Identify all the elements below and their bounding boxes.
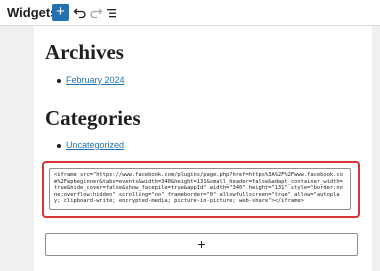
editor-header: Widgets + xyxy=(0,0,380,26)
category-link[interactable]: Uncategorized xyxy=(66,140,124,150)
redo-icon[interactable] xyxy=(89,6,103,20)
list-bullet xyxy=(57,144,61,148)
list-view-icon[interactable] xyxy=(105,6,119,20)
archives-heading: Archives xyxy=(45,40,124,64)
archive-link[interactable]: February 2024 xyxy=(66,75,125,85)
custom-html-block[interactable]: <iframe src="https://www.facebook.com/pl… xyxy=(42,161,360,218)
undo-icon[interactable] xyxy=(73,6,87,20)
add-block-button[interactable]: + xyxy=(52,4,69,21)
categories-heading: Categories xyxy=(45,106,141,130)
list-bullet xyxy=(57,79,61,83)
page-title: Widgets xyxy=(7,5,58,20)
html-code-editor[interactable]: <iframe src="https://www.facebook.com/pl… xyxy=(49,168,351,210)
block-inserter-button[interactable]: + xyxy=(45,233,358,256)
